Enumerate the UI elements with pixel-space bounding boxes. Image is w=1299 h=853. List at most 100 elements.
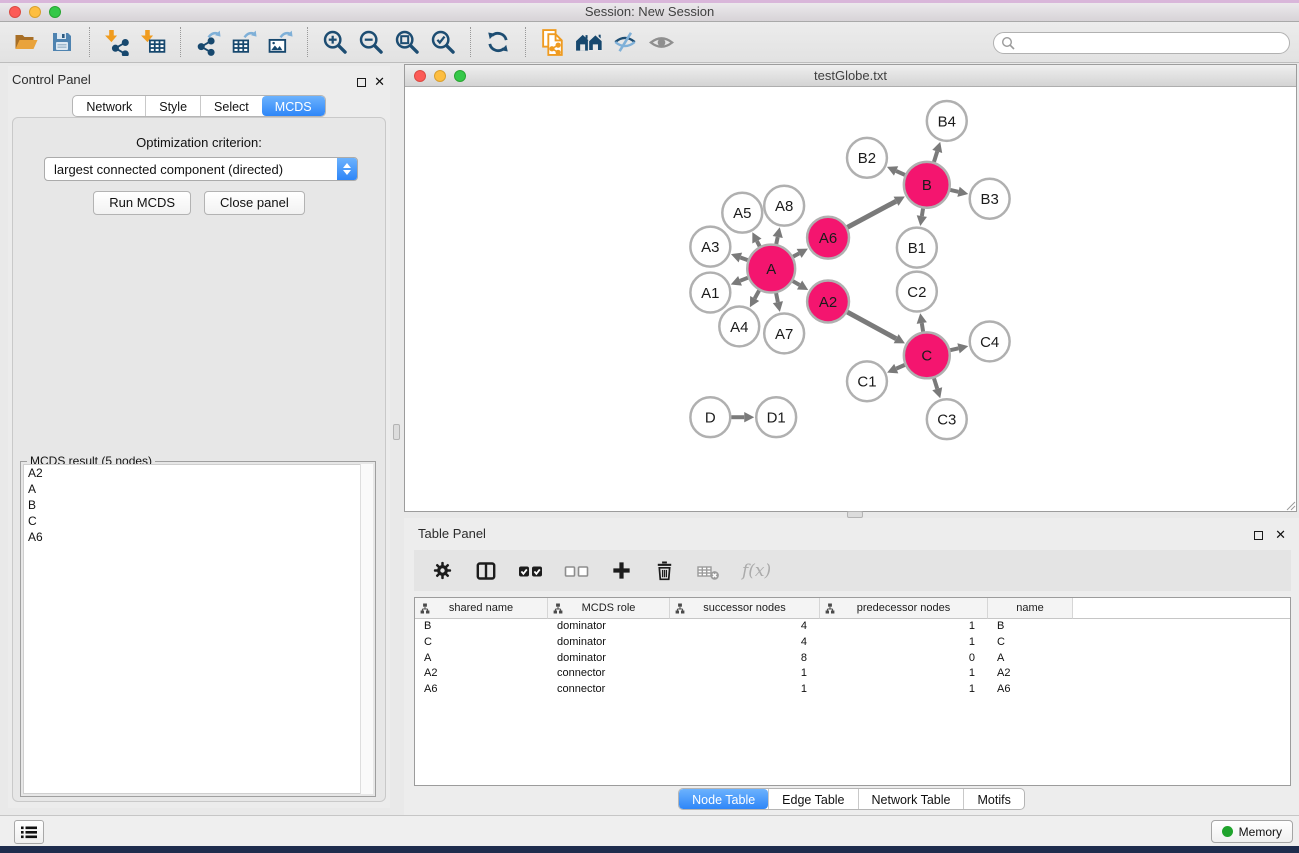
show-columns-button[interactable]	[474, 559, 498, 583]
delete-table-button[interactable]	[696, 559, 722, 583]
export-network-button[interactable]	[190, 26, 226, 58]
result-item[interactable]: A2	[24, 465, 372, 481]
table-settings-button[interactable]	[431, 559, 454, 582]
graph-node-A7[interactable]: A7	[764, 313, 804, 353]
table-cell[interactable]: A6	[415, 682, 548, 698]
unselect-all-columns-button[interactable]	[564, 561, 590, 581]
create-column-button[interactable]	[610, 559, 633, 582]
graph-node-C3[interactable]: C3	[927, 399, 967, 439]
vertical-splitter-handle[interactable]	[393, 424, 400, 440]
table-cell[interactable]: B	[988, 619, 1073, 635]
graph-node-A8[interactable]: A8	[764, 186, 804, 226]
function-builder-button[interactable]: f(x)	[742, 561, 771, 581]
graph-edge-B-B3[interactable]	[950, 187, 968, 197]
table-row[interactable]: Bdominator41B	[415, 619, 1290, 635]
table-cell[interactable]: 1	[820, 635, 988, 651]
table-cell[interactable]: 1	[820, 619, 988, 635]
graph-node-B2[interactable]: B2	[847, 138, 887, 178]
column-header-predecessor-nodes[interactable]: predecessor nodes	[820, 598, 988, 619]
graph-edge-B-B2[interactable]	[887, 166, 905, 175]
graph-edge-A-A7[interactable]	[773, 293, 783, 312]
table-cell[interactable]: A	[415, 651, 548, 667]
result-scrollbar[interactable]	[360, 464, 373, 794]
table-cell[interactable]: dominator	[548, 651, 670, 667]
table-panel-float-button[interactable]	[1254, 527, 1263, 545]
delete-columns-button[interactable]	[653, 559, 676, 582]
table-row[interactable]: A2connector11A2	[415, 666, 1290, 682]
table-cell[interactable]: C	[988, 635, 1073, 651]
network-window-titlebar[interactable]: testGlobe.txt	[405, 65, 1296, 87]
save-session-button[interactable]	[44, 26, 80, 58]
graph-edge-A-A5[interactable]	[752, 232, 761, 246]
task-history-button[interactable]	[14, 820, 44, 844]
horizontal-splitter-handle[interactable]	[847, 511, 863, 518]
graph-node-A3[interactable]: A3	[690, 227, 730, 267]
zoom-out-button[interactable]	[353, 26, 389, 58]
import-table-button[interactable]	[135, 26, 171, 58]
result-item[interactable]: A	[24, 481, 372, 497]
graph-edge-A6-B[interactable]	[847, 197, 904, 228]
tab-style[interactable]: Style	[145, 96, 200, 116]
show-panels-button[interactable]	[643, 26, 679, 58]
graph-edge-C-C1[interactable]	[887, 364, 905, 374]
result-item[interactable]: B	[24, 497, 372, 513]
tab-select[interactable]: Select	[200, 96, 262, 116]
select-all-columns-button[interactable]	[518, 561, 544, 581]
tab-edge-table[interactable]: Edge Table	[768, 789, 857, 809]
export-image-button[interactable]	[262, 26, 298, 58]
table-cell[interactable]: A	[988, 651, 1073, 667]
houses-button[interactable]	[571, 26, 607, 58]
result-item[interactable]: C	[24, 513, 372, 529]
table-cell[interactable]: B	[415, 619, 548, 635]
column-header-name[interactable]: name	[988, 598, 1073, 619]
table-cell[interactable]: 4	[670, 619, 820, 635]
table-panel-close-button[interactable]: ✕	[1275, 526, 1286, 544]
table-cell[interactable]: 1	[820, 666, 988, 682]
run-mcds-button[interactable]: Run MCDS	[93, 191, 191, 215]
network-graph[interactable]: B4B2BB3A8A5A6A3B1AA1C2A2A4A7C4CC1C3DD1	[405, 88, 1296, 511]
control-panel-close-button[interactable]: ✕	[374, 73, 385, 91]
graph-node-B[interactable]: B	[904, 162, 950, 208]
table-row[interactable]: Cdominator41C	[415, 635, 1290, 651]
graph-edge-A-A2[interactable]	[793, 281, 808, 290]
graph-node-A1[interactable]: A1	[690, 273, 730, 313]
graph-node-C1[interactable]: C1	[847, 361, 887, 401]
graph-edge-A-A3[interactable]	[731, 253, 748, 263]
resize-grip[interactable]	[1284, 499, 1296, 511]
refresh-button[interactable]	[480, 26, 516, 58]
graph-node-B3[interactable]: B3	[970, 179, 1010, 219]
zoom-fit-button[interactable]	[389, 26, 425, 58]
graph-edge-A-A8[interactable]	[773, 227, 783, 244]
table-cell[interactable]: A2	[988, 666, 1073, 682]
zoom-selected-button[interactable]	[425, 26, 461, 58]
table-cell[interactable]: A2	[415, 666, 548, 682]
graph-node-A6[interactable]: A6	[807, 217, 849, 259]
graph-node-B1[interactable]: B1	[897, 228, 937, 268]
graph-edge-A2-C[interactable]	[847, 312, 905, 343]
memory-button[interactable]: Memory	[1211, 820, 1293, 843]
optimization-criterion-dropdown[interactable]: largest connected component (directed)	[44, 157, 358, 181]
table-cell[interactable]: connector	[548, 666, 670, 682]
graph-edge-C-C2[interactable]	[917, 313, 927, 332]
graph-node-D1[interactable]: D1	[756, 397, 796, 437]
graph-edge-C-C3[interactable]	[932, 378, 942, 398]
export-table-button[interactable]	[226, 26, 262, 58]
graph-node-A2[interactable]: A2	[807, 281, 849, 323]
hide-panels-button[interactable]	[607, 26, 643, 58]
tab-network-table[interactable]: Network Table	[858, 789, 964, 809]
table-cell[interactable]: C	[415, 635, 548, 651]
graph-node-C[interactable]: C	[904, 332, 950, 378]
table-cell[interactable]: connector	[548, 682, 670, 698]
control-panel-float-button[interactable]	[357, 74, 366, 92]
table-cell[interactable]: A6	[988, 682, 1073, 698]
result-item[interactable]: A6	[24, 529, 372, 545]
graph-node-D[interactable]: D	[690, 397, 730, 437]
table-cell[interactable]: dominator	[548, 635, 670, 651]
import-network-button[interactable]	[99, 26, 135, 58]
column-header-MCDS-role[interactable]: MCDS role	[548, 598, 670, 619]
column-header-successor-nodes[interactable]: successor nodes	[670, 598, 820, 619]
graph-edge-B-B4[interactable]	[932, 142, 942, 162]
network-canvas[interactable]: B4B2BB3A8A5A6A3B1AA1C2A2A4A7C4CC1C3DD1	[405, 88, 1296, 511]
table-cell[interactable]: 1	[820, 682, 988, 698]
tab-node-table[interactable]: Node Table	[679, 789, 768, 809]
